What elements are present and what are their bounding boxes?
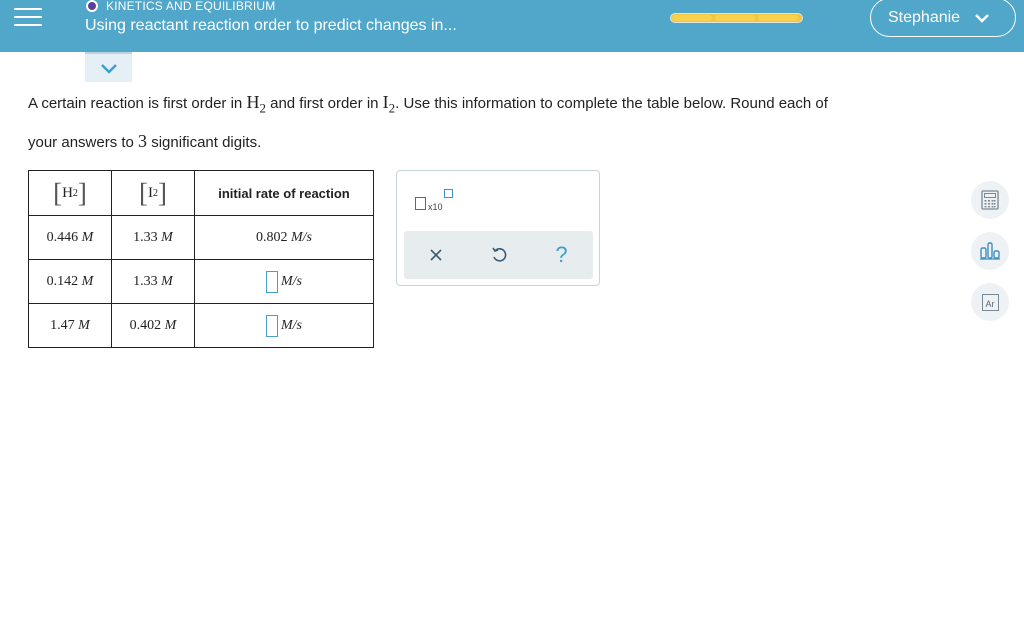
unit-label: M (78, 317, 90, 333)
table-row: 0.446 M 1.33 M 0.802 M/s (28, 215, 374, 260)
table-header-row: [H 2] [I 2] initial rate of reaction (28, 170, 374, 216)
question-text-part: A certain reaction is first order in (28, 95, 247, 112)
undo-button[interactable] (484, 240, 514, 270)
answer-tools-panel: x10 ? (396, 170, 600, 286)
progress-segment (672, 15, 712, 21)
progress-segment (758, 15, 798, 21)
h2-cell: 1.47 M (28, 303, 112, 348)
menu-button[interactable] (14, 8, 42, 30)
user-menu-button[interactable]: Stephanie (870, 0, 1016, 37)
cell-value: 1.33 (133, 273, 158, 289)
top-bar: KINETICS AND EQUILIBRIUM Using reactant … (0, 0, 1024, 52)
calculator-icon (981, 190, 999, 210)
data-chart-button[interactable] (971, 232, 1009, 270)
cell-value: 0.802 (256, 229, 288, 245)
i2-formula: I2 (383, 92, 396, 116)
topic-label: KINETICS AND EQUILIBRIUM (86, 0, 276, 14)
cell-value: 0.446 (46, 229, 79, 245)
h2-cell: 0.142 M (28, 259, 112, 304)
progress-segment (715, 15, 755, 21)
question-text-part: . Use this information to complete the t… (395, 95, 828, 112)
lesson-title: Using reactant reaction order to predict… (85, 17, 457, 34)
user-name: Stephanie (888, 8, 961, 26)
table-row: 0.142 M 1.33 M M/s (28, 259, 374, 304)
topic-dot-icon (86, 0, 98, 12)
bracket-open-glyph: [ (139, 177, 148, 208)
close-icon (429, 249, 442, 261)
question-text-part: and first order in (265, 95, 383, 112)
formula-letter: H (62, 184, 73, 201)
unit-label: M (161, 273, 173, 289)
h2-header: [H 2] (28, 170, 112, 216)
help-label: ? (555, 242, 568, 267)
bracket-open-glyph: [ (53, 177, 63, 208)
i2-header: [I 2] (111, 170, 195, 216)
menu-icon-line (14, 16, 42, 18)
cell-value: 0.402 (129, 317, 162, 333)
progress-bar (670, 13, 803, 23)
unit-label: M/s (291, 229, 312, 245)
cell-value: 0.142 (46, 273, 79, 289)
rate-header: initial rate of reaction (194, 170, 374, 216)
periodic-table-button[interactable]: Ar (971, 283, 1009, 321)
i2-concentration-label: [I 2] (139, 177, 167, 208)
bracket-close-glyph: ] (158, 177, 167, 208)
periodic-table-icon: Ar (981, 293, 999, 311)
h2-concentration-label: [H 2] (53, 177, 87, 208)
h2-formula: H2 (246, 92, 266, 116)
topic-text: KINETICS AND EQUILIBRIUM (106, 0, 276, 13)
calculator-button[interactable] (971, 181, 1009, 219)
x10-label: x10 (428, 202, 443, 212)
collapse-toggle-button[interactable] (85, 52, 132, 82)
i2-cell: 1.33 M (111, 215, 195, 260)
i2-cell: 0.402 M (111, 303, 195, 348)
chevron-down-icon (975, 13, 989, 23)
cell-value: 1.33 (133, 229, 158, 245)
unit-label: M/s (281, 317, 302, 333)
question-text-part: your answers to (28, 133, 139, 151)
rate-cell: M/s (194, 259, 374, 304)
sig-digits-value: 3 (138, 130, 148, 151)
chevron-down-icon (100, 63, 117, 74)
question-text: A certain reaction is first order in H2 … (28, 86, 998, 159)
unit-label: M (81, 229, 94, 245)
h2-cell: 0.446 M (28, 215, 112, 260)
scientific-notation-button[interactable]: x10 (415, 189, 455, 213)
table-row: 1.47 M 0.402 M M/s (28, 303, 374, 348)
i2-cell: 1.33 M (111, 259, 195, 304)
chart-icon (980, 242, 1000, 260)
menu-icon-line (14, 24, 42, 26)
menu-icon-line (14, 8, 42, 10)
rate-answer-input[interactable] (266, 314, 278, 337)
question-text-part: significant digits. (147, 133, 262, 151)
undo-icon (491, 247, 506, 262)
formula-letter: H (246, 92, 260, 112)
clear-button[interactable] (421, 240, 451, 270)
cell-value: 1.47 (50, 317, 75, 333)
tool-strip: ? (404, 231, 593, 279)
unit-label: M/s (281, 273, 302, 289)
rate-cell: 0.802 M/s (194, 215, 374, 260)
unit-label: M (81, 273, 94, 289)
rate-table: [H 2] [I 2] initial rate of reaction 0.446… (28, 170, 374, 348)
mantissa-box-icon (415, 197, 426, 210)
help-button[interactable]: ? (547, 240, 577, 270)
element-symbol: Ar (985, 298, 995, 309)
unit-label: M (161, 229, 173, 245)
exponent-box-icon (444, 189, 453, 198)
bracket-close-glyph: ] (77, 177, 87, 208)
rate-cell: M/s (194, 303, 374, 348)
rate-answer-input[interactable] (266, 270, 278, 293)
unit-label: M (164, 317, 177, 333)
